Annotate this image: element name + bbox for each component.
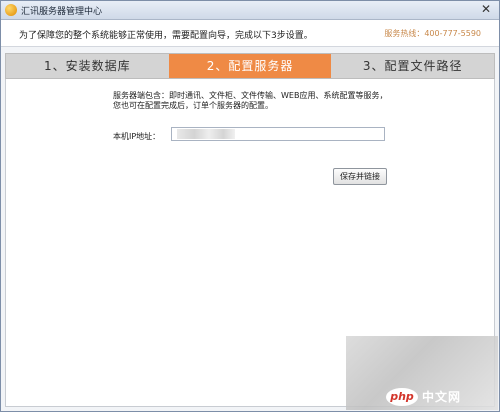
watermark-logo: php: [386, 388, 418, 406]
watermark-text: 中文网: [422, 390, 462, 404]
notice-text: 为了保障您的整个系统能够正常使用，需要配置向导，完成以下3步设置。: [19, 31, 313, 41]
redacted-ip-value: [177, 129, 235, 139]
server-description: 服务器端包含：即时通讯、文件柜、文件传输、WEB应用、系统配置等服务，您也可在配…: [113, 91, 388, 110]
wizard-steps: 1、安装数据库 2、配置服务器 3、配置文件路径: [5, 53, 495, 79]
step-configure-file-path[interactable]: 3、配置文件路径: [331, 54, 494, 78]
step-configure-server[interactable]: 2、配置服务器: [168, 54, 332, 78]
service-hotline: 服务热线：400-777-5590: [384, 29, 481, 38]
step-install-database[interactable]: 1、安装数据库: [6, 54, 169, 78]
notice-bar: 为了保障您的整个系统能够正常使用，需要配置向导，完成以下3步设置。 服务热线：4…: [1, 20, 499, 47]
save-and-connect-button[interactable]: 保存并链接: [333, 168, 387, 185]
title-bar: 汇讯服务器管理中心 ✕: [1, 1, 499, 20]
window-title: 汇讯服务器管理中心: [21, 7, 103, 17]
close-button[interactable]: ✕: [479, 3, 493, 16]
app-icon: [5, 4, 17, 16]
ip-address-label: 本机IP地址：: [113, 132, 161, 141]
